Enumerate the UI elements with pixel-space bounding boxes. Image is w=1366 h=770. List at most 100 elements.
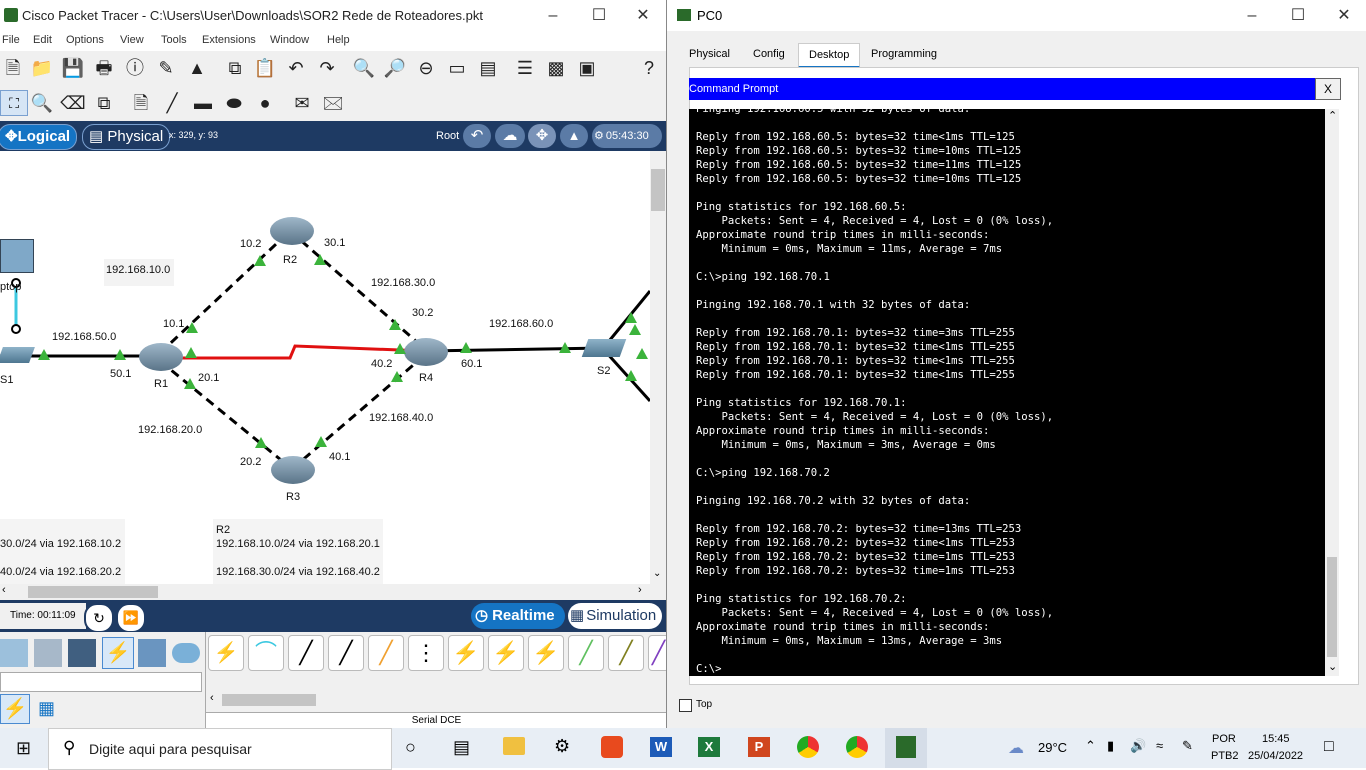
zoom-out-icon[interactable]: ⊖ <box>413 55 439 81</box>
wifi-icon[interactable]: ≈ <box>1156 738 1163 753</box>
packet-tracer-taskbar-button[interactable] <box>885 728 927 768</box>
coaxial-cable-icon[interactable]: ⚡ <box>448 635 484 671</box>
weather-temp[interactable]: 29°C <box>1038 740 1067 755</box>
pen-icon[interactable]: ✎ <box>1182 738 1193 754</box>
menu-edit[interactable]: Edit <box>33 34 52 46</box>
select-tool-icon[interactable]: ⛶ <box>0 90 28 116</box>
inspect-icon[interactable]: 🔍 <box>29 90 55 116</box>
connections-subcategory-icon[interactable]: ⚡ <box>0 694 30 724</box>
app-icon[interactable] <box>601 736 623 758</box>
paste-icon[interactable]: 📋 <box>252 55 278 81</box>
resize-shape-icon[interactable]: ⧉ <box>91 90 117 116</box>
miscellaneous-icon[interactable] <box>138 639 166 667</box>
menu-help[interactable]: Help <box>327 34 350 46</box>
root-label[interactable]: Root <box>436 130 459 142</box>
move-object-icon[interactable]: ✥ <box>528 124 556 148</box>
background-image-icon[interactable]: ▲ <box>560 124 588 148</box>
minimize-button[interactable]: – <box>530 0 576 31</box>
cortana-icon[interactable]: ○ <box>405 737 416 758</box>
logical-workspace[interactable]: ptop R2 R1 R4 R3 S1 S2 10.2 30.1 192.168… <box>0 151 650 584</box>
file-explorer-icon[interactable] <box>503 737 525 755</box>
realtime-button[interactable]: ◷ Realtime <box>471 603 565 629</box>
language-code[interactable]: POR <box>1212 733 1236 745</box>
power-cycle-icon[interactable]: ↻ <box>84 603 114 633</box>
maximize-button[interactable]: ☐ <box>1275 0 1321 31</box>
powerpoint-icon[interactable]: P <box>748 737 770 757</box>
add-complex-pdu-icon[interactable]: 🖂 <box>320 90 346 116</box>
open-folder-icon[interactable]: 📁 <box>29 55 55 81</box>
iot-cable-icon[interactable]: ╱ <box>608 635 644 671</box>
end-devices-icon[interactable] <box>34 639 62 667</box>
new-file-icon[interactable]: 🗎 <box>0 55 26 81</box>
zoom-reset-icon[interactable]: 🔎 <box>382 55 408 81</box>
fast-forward-icon[interactable]: ⏩ <box>116 603 146 633</box>
device-search-box[interactable] <box>0 672 202 692</box>
serial-dce-cable-icon[interactable]: ⚡ <box>488 635 524 671</box>
scroll-down-icon[interactable]: ⌄ <box>653 568 661 579</box>
custom-devices-icon[interactable]: ▤ <box>475 55 501 81</box>
weather-icon[interactable]: ☁ <box>1008 738 1024 758</box>
router-r3[interactable] <box>271 456 315 484</box>
scroll-thumb[interactable] <box>651 169 665 211</box>
close-button[interactable]: ✕ <box>1321 0 1366 31</box>
excel-icon[interactable]: X <box>698 737 720 757</box>
crossover-cable-icon[interactable]: ╱ <box>328 635 364 671</box>
straight-through-cable-icon[interactable]: ╱ <box>288 635 324 671</box>
menu-options[interactable]: Options <box>66 34 104 46</box>
usb-cable-icon[interactable]: ╱ <box>648 635 666 671</box>
chrome-icon[interactable] <box>797 736 819 758</box>
activity-wizard-icon[interactable]: ▲ <box>184 55 210 81</box>
menu-window[interactable]: Window <box>270 34 309 46</box>
scroll-left-icon[interactable]: ‹ <box>210 692 214 704</box>
settings-gear-icon[interactable]: ⚙ <box>554 736 570 757</box>
console-scrollbar[interactable]: ⌃ ⌄ <box>1325 109 1339 676</box>
drawing-palette-icon[interactable]: ▭ <box>444 55 470 81</box>
console-cable-icon[interactable]: ⌒ <box>248 635 284 671</box>
command-prompt-console[interactable]: Pinging 192.168.60.5 with 32 bytes of da… <box>689 109 1325 676</box>
pdu-list-icon[interactable]: ☰ <box>512 55 538 81</box>
scroll-right-icon[interactable]: › <box>638 584 642 596</box>
copy-icon[interactable]: ⧉ <box>222 55 248 81</box>
cable-scrollbar[interactable]: ‹ <box>206 692 666 708</box>
draw-ellipse-icon[interactable]: ⬬ <box>221 90 247 116</box>
menu-file[interactable]: File <box>2 34 20 46</box>
freeform-icon[interactable]: ● <box>252 90 278 116</box>
show-hidden-icons[interactable]: ⌃ <box>1085 738 1096 754</box>
draw-line-icon[interactable]: ╱ <box>159 90 185 116</box>
zoom-in-icon[interactable]: 🔍 <box>351 55 377 81</box>
notifications-icon[interactable]: □ <box>1324 738 1334 756</box>
components-icon[interactable] <box>68 639 96 667</box>
connections-icon[interactable]: ⚡ <box>102 637 134 669</box>
taskbar-search[interactable]: ⚲ Digite aqui para pesquisar <box>48 728 392 770</box>
scroll-thumb[interactable] <box>28 586 158 598</box>
switch-s2[interactable] <box>581 339 627 357</box>
delete-icon[interactable]: ⌫ <box>60 90 86 116</box>
clock-time[interactable]: 15:45 <box>1262 733 1290 745</box>
clock-date[interactable]: 25/04/2022 <box>1248 750 1303 762</box>
draw-rectangle-icon[interactable]: ▬ <box>190 90 216 116</box>
save-icon[interactable]: 💾 <box>60 55 86 81</box>
physical-button[interactable]: ▤ Physical <box>82 124 171 150</box>
simulation-button[interactable]: ▦ Simulation <box>568 603 662 629</box>
fiber-cable-icon[interactable]: ╱ <box>368 635 404 671</box>
menu-view[interactable]: View <box>120 34 144 46</box>
info-icon[interactable]: ⓘ <box>122 55 148 81</box>
scroll-up-icon[interactable]: ⌃ <box>1328 109 1337 122</box>
windows-start-icon[interactable]: ⊞ <box>16 739 34 757</box>
top-checkbox[interactable] <box>679 699 692 712</box>
logical-button[interactable]: ✥Logical <box>0 124 78 150</box>
auto-connection-icon[interactable]: ⚡ <box>208 635 244 671</box>
scroll-thumb[interactable] <box>222 694 316 706</box>
battery-icon[interactable]: ▮ <box>1107 738 1114 754</box>
close-button[interactable]: ✕ <box>620 0 666 31</box>
grid-icon[interactable]: ▦ <box>38 698 58 718</box>
help-icon[interactable]: ? <box>636 55 662 81</box>
image-icon[interactable]: ▣ <box>574 55 600 81</box>
serial-dte-cable-icon[interactable]: ⚡ <box>528 635 564 671</box>
print-icon[interactable]: 🖶 <box>91 55 117 81</box>
laptop-icon[interactable] <box>0 239 34 273</box>
canvas-horizontal-scrollbar[interactable]: ‹ › <box>0 584 650 600</box>
keyboard-layout[interactable]: PTB2 <box>1211 750 1239 762</box>
add-simple-pdu-icon[interactable]: ✉ <box>289 90 315 116</box>
tab-desktop[interactable]: Desktop <box>798 43 861 68</box>
